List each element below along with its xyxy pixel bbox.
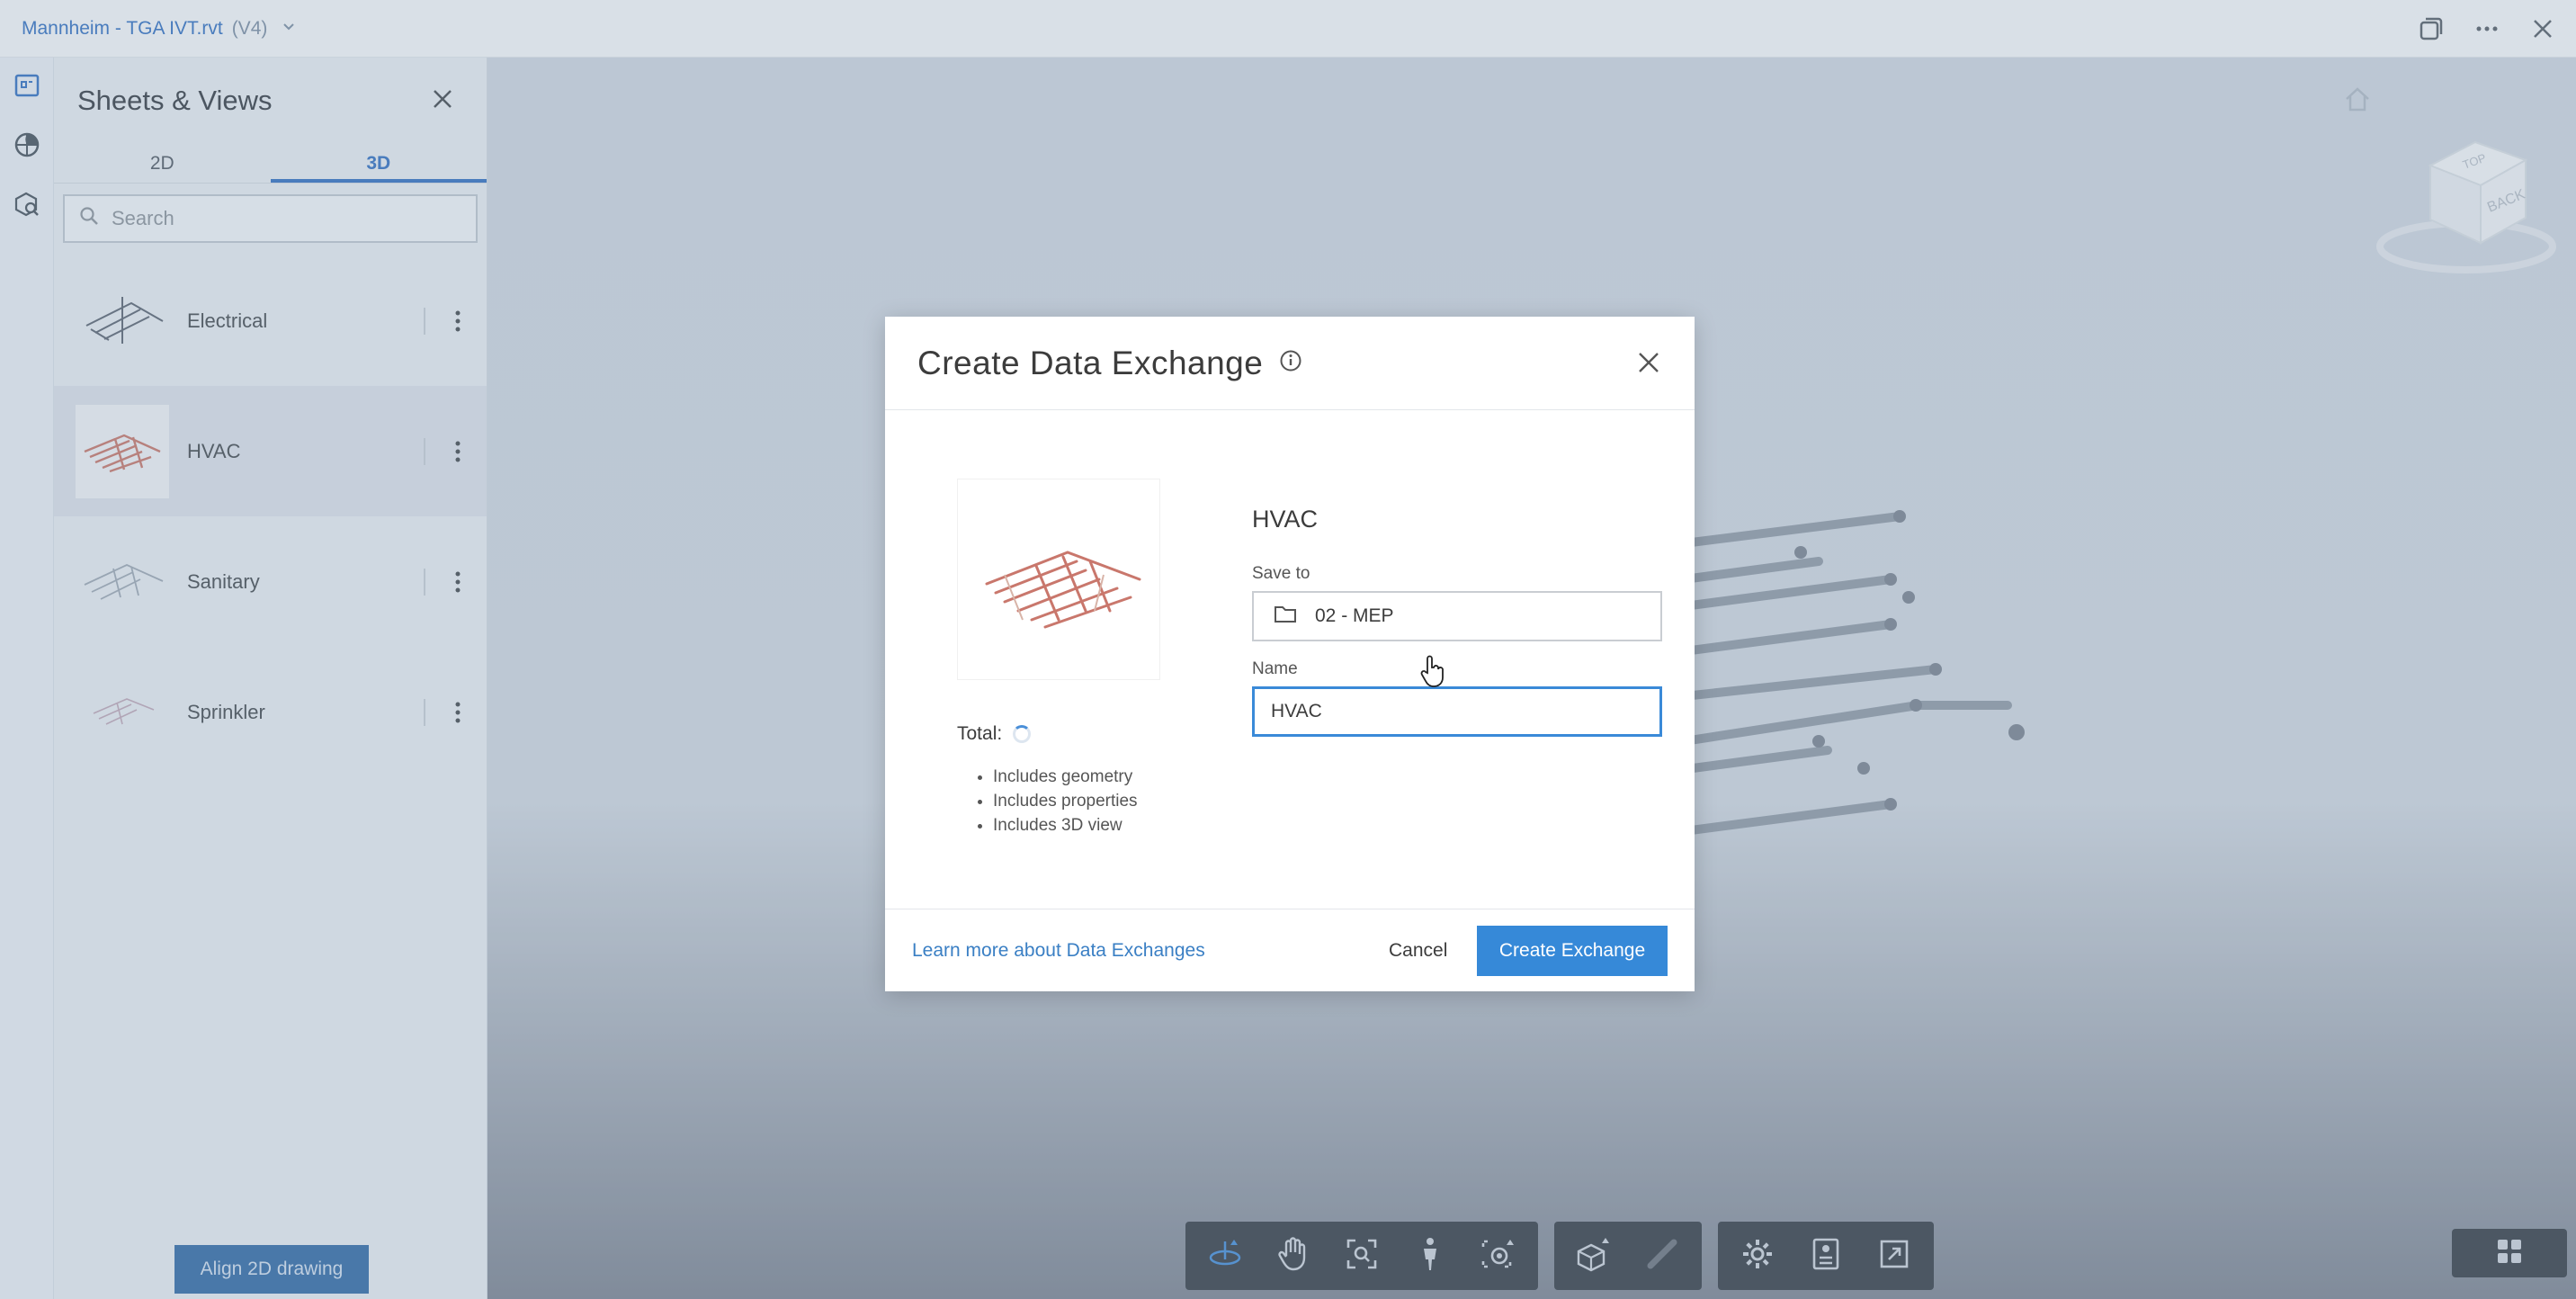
exchange-form: HVAC Save to 02 - MEP Name HVAC [1252, 506, 1662, 755]
create-exchange-button[interactable]: Create Exchange [1477, 926, 1668, 976]
view-name-heading: HVAC [1252, 506, 1319, 533]
dialog-title: Create Data Exchange [917, 344, 1264, 381]
list-item: Includes 3D view [993, 813, 1138, 838]
save-to-value: 02 - MEP [1315, 605, 1394, 626]
dialog-footer: Learn more about Data Exchanges Cancel C… [885, 909, 1695, 991]
total-count: Total: [957, 723, 1032, 745]
name-input[interactable]: HVAC [1252, 686, 1662, 737]
name-label: Name [1252, 659, 1298, 678]
hand-cursor-icon [1419, 655, 1445, 692]
view-preview-thumbnail [957, 479, 1160, 680]
name-value: HVAC [1271, 701, 1322, 721]
loading-spinner-icon [1013, 725, 1032, 743]
create-data-exchange-dialog: Create Data Exchange Total: • Includes g… [885, 317, 1695, 991]
save-to-label: Save to [1252, 564, 1310, 583]
cancel-button[interactable]: Cancel [1389, 940, 1447, 962]
includes-list: Includes geometry Includes properties In… [993, 765, 1138, 838]
total-label: Total: [957, 723, 1003, 744]
list-item: Includes geometry [993, 765, 1138, 789]
info-icon[interactable] [1279, 349, 1302, 377]
folder-icon [1274, 604, 1297, 629]
dialog-header: Create Data Exchange [885, 317, 1695, 410]
close-icon[interactable] [1635, 349, 1662, 381]
list-item: Includes properties [993, 789, 1138, 813]
dialog-body: Total: Includes geometry Includes proper… [885, 410, 1695, 910]
learn-more-link[interactable]: Learn more about Data Exchanges [912, 940, 1205, 962]
save-to-field[interactable]: 02 - MEP [1252, 591, 1662, 641]
